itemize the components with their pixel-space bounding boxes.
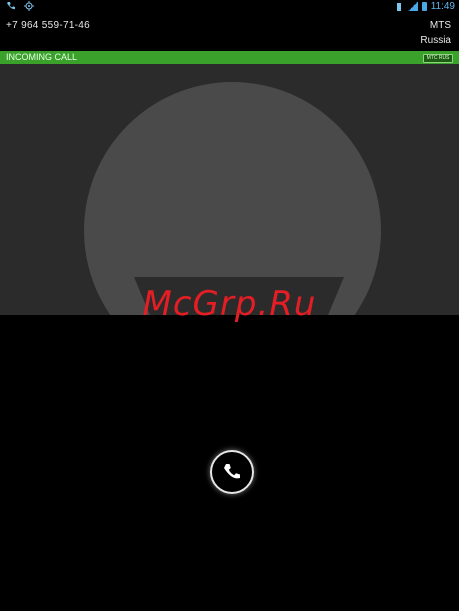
incoming-call-screen: 11:49 +7 964 559-71-46 MTS Russia INCOMI… [0,0,459,611]
caller-number: +7 964 559-71-46 [6,20,91,31]
incoming-call-label: INCOMING CALL [6,52,78,62]
caller-header: +7 964 559-71-46 MTS Russia [0,14,459,51]
phone-icon [6,1,16,11]
status-left-icons [6,1,34,11]
answer-call-button[interactable] [210,450,254,494]
caller-country: Russia [420,35,451,46]
sim-badge: МТС RUS [423,54,453,63]
gps-icon [24,1,34,11]
incoming-call-bar: INCOMING CALL МТС RUS [0,51,459,64]
watermark: McGrp.Ru [142,284,317,324]
vibrate-icon [394,2,404,12]
battery-icon [421,2,427,11]
phone-icon [224,464,240,479]
status-bar: 11:49 [0,0,459,14]
signal-icon [407,2,418,11]
caller-carrier: MTS [429,20,451,31]
status-right-icons: 11:49 [394,1,455,12]
status-time: 11:49 [430,1,455,12]
contact-photo [0,64,459,315]
